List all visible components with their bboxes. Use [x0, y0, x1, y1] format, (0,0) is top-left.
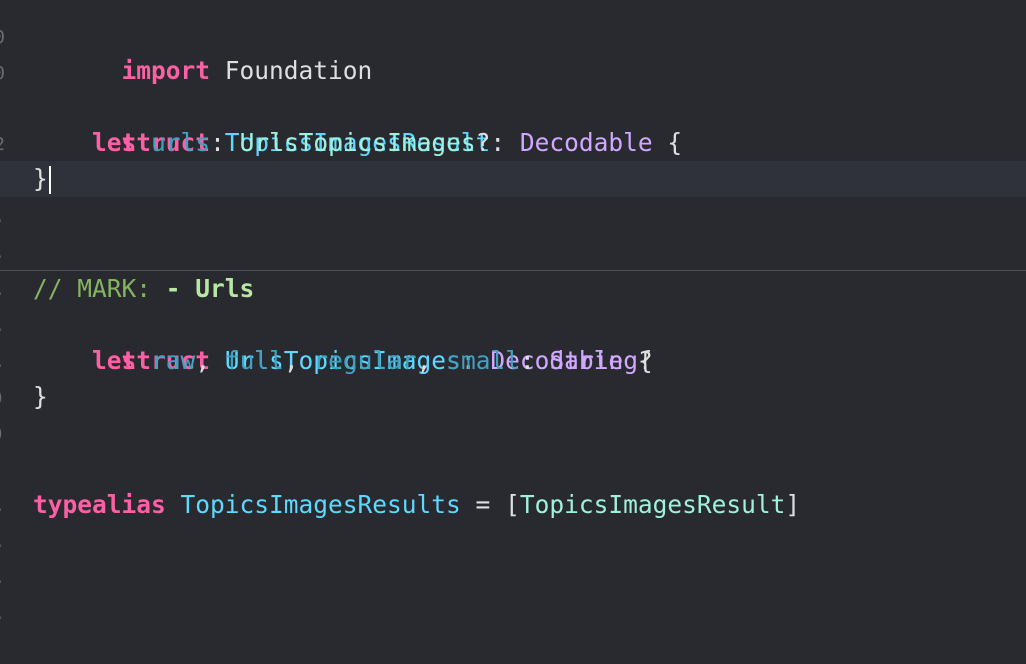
punctuation: ,: [283, 346, 299, 375]
type-reference: TopicsImagesResult: [519, 490, 786, 519]
punctuation: ,: [195, 346, 211, 375]
property-name: urls: [151, 128, 211, 157]
property-name: regular: [313, 346, 417, 375]
keyword: let: [92, 346, 137, 375]
optional-marker: ?: [638, 346, 653, 375]
bracket: [: [505, 490, 520, 519]
code-line[interactable]: // MARK: - Urls: [0, 271, 1026, 307]
operator: =: [460, 490, 506, 519]
optional-marker: ?: [475, 128, 491, 157]
keyword: import: [121, 56, 211, 85]
property-name: full: [224, 346, 284, 375]
punctuation: ,: [416, 346, 432, 375]
brace: }: [33, 382, 48, 411]
code-line[interactable]: let urls: UrlsTopicsImages?: [0, 125, 1026, 161]
keyword: typealias: [33, 490, 166, 519]
punctuation: :: [519, 346, 535, 375]
code-editor[interactable]: 0 0 2 3 . . . . . ) ) . . . . import Fou…: [0, 0, 1026, 664]
typealias-name: TopicsImagesResults: [180, 490, 461, 519]
code-line[interactable]: }: [0, 379, 1026, 415]
code-line[interactable]: import Foundation: [0, 17, 1026, 85]
property-name: raw: [151, 346, 196, 375]
code-line[interactable]: let raw, full, regular, small: String?: [0, 343, 1026, 379]
code-line[interactable]: struct TopicsImagesResult: Decodable {: [0, 89, 1026, 157]
mark-title: Urls: [180, 274, 255, 303]
type-reference: String: [549, 346, 638, 375]
module-name: Foundation: [224, 56, 373, 85]
mark-comment: // MARK:: [33, 274, 166, 303]
text-cursor: [48, 166, 51, 194]
keyword: let: [92, 128, 137, 157]
type-reference: UrlsTopicsImages: [239, 128, 476, 157]
property-name: small: [446, 346, 520, 375]
code-line[interactable]: typealias TopicsImagesResults = [TopicsI…: [0, 487, 1026, 523]
mark-dash: -: [165, 274, 181, 303]
line-number: .: [0, 605, 5, 623]
brace: }: [33, 164, 48, 193]
current-code-line[interactable]: }: [0, 161, 1026, 197]
bracket: ]: [785, 490, 801, 519]
punctuation: :: [210, 128, 225, 157]
code-line[interactable]: struct UrlsTopicsImages: Decodable {: [0, 307, 1026, 375]
